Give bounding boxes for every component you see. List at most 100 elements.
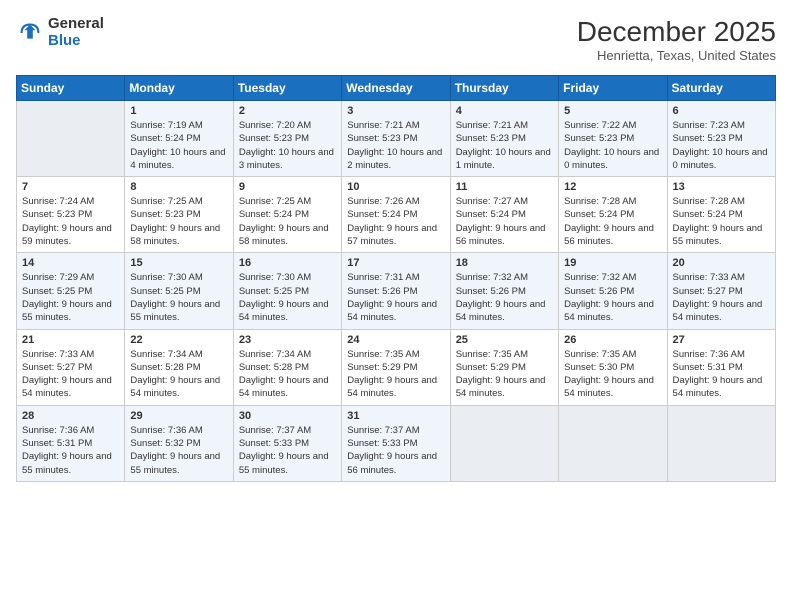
calendar-cell [559, 405, 667, 481]
day-number: 25 [456, 334, 553, 346]
day-info: Sunrise: 7:29 AMSunset: 5:25 PMDaylight:… [22, 271, 119, 324]
day-number: 12 [564, 181, 661, 193]
day-number: 31 [347, 410, 444, 422]
calendar-cell: 22Sunrise: 7:34 AMSunset: 5:28 PMDayligh… [125, 329, 233, 405]
day-info: Sunrise: 7:35 AMSunset: 5:29 PMDaylight:… [347, 348, 444, 401]
calendar-cell: 23Sunrise: 7:34 AMSunset: 5:28 PMDayligh… [233, 329, 341, 405]
calendar-cell: 29 Sunrise: 7:36 AMSunset: 5:32 PMDayligh… [125, 405, 233, 481]
day-info: Sunrise: 7:22 AMSunset: 5:23 PMDaylight:… [564, 119, 661, 172]
day-info: Sunrise: 7:36 AMSunset: 5:32 PMDaylight:… [130, 424, 227, 477]
day-number: 13 [673, 181, 770, 193]
calendar-week-3: 14 Sunrise: 7:29 AMSunset: 5:25 PMDayligh… [17, 253, 776, 329]
calendar-week-2: 7 Sunrise: 7:24 AMSunset: 5:23 PMDaylight… [17, 177, 776, 253]
day-info: Sunrise: 7:34 AMSunset: 5:28 PMDaylight:… [239, 348, 336, 401]
logo-general-text: General [48, 16, 104, 33]
day-number: 15 [130, 257, 227, 269]
title-block: December 2025 Henrietta, Texas, United S… [577, 16, 776, 63]
day-info: Sunrise: 7:35 AMSunset: 5:29 PMDaylight:… [456, 348, 553, 401]
day-info: Sunrise: 7:36 AMSunset: 5:31 PMDaylight:… [673, 348, 770, 401]
calendar-cell [450, 405, 558, 481]
calendar-cell [17, 101, 125, 177]
day-number: 26 [564, 334, 661, 346]
calendar-cell: 1 Sunrise: 7:19 AMSunset: 5:24 PMDaylight… [125, 101, 233, 177]
day-info: Sunrise: 7:33 AMSunset: 5:27 PMDaylight:… [22, 348, 119, 401]
day-info: Sunrise: 7:19 AMSunset: 5:24 PMDaylight:… [130, 119, 227, 172]
day-number: 3 [347, 105, 444, 117]
day-number: 8 [130, 181, 227, 193]
calendar-week-5: 28 Sunrise: 7:36 AMSunset: 5:31 PMDayligh… [17, 405, 776, 481]
calendar-table: SundayMondayTuesdayWednesdayThursdayFrid… [16, 75, 776, 482]
weekday-header-thursday: Thursday [450, 76, 558, 101]
calendar-cell: 20Sunrise: 7:33 AMSunset: 5:27 PMDayligh… [667, 253, 775, 329]
day-number: 14 [22, 257, 119, 269]
day-number: 29 [130, 410, 227, 422]
calendar-cell: 8 Sunrise: 7:25 AMSunset: 5:23 PMDaylight… [125, 177, 233, 253]
calendar-week-4: 21Sunrise: 7:33 AMSunset: 5:27 PMDayligh… [17, 329, 776, 405]
calendar-cell: 26 Sunrise: 7:35 AMSunset: 5:30 PMDayligh… [559, 329, 667, 405]
page-header: General Blue December 2025 Henrietta, Te… [16, 16, 776, 63]
day-number: 28 [22, 410, 119, 422]
weekday-header-tuesday: Tuesday [233, 76, 341, 101]
day-info: Sunrise: 7:30 AMSunset: 5:25 PMDaylight:… [239, 271, 336, 324]
day-number: 10 [347, 181, 444, 193]
day-info: Sunrise: 7:37 AMSunset: 5:33 PMDaylight:… [347, 424, 444, 477]
day-info: Sunrise: 7:33 AMSunset: 5:27 PMDaylight:… [673, 271, 770, 324]
calendar-cell: 2 Sunrise: 7:20 AMSunset: 5:23 PMDaylight… [233, 101, 341, 177]
day-info: Sunrise: 7:36 AMSunset: 5:31 PMDaylight:… [22, 424, 119, 477]
calendar-cell: 16 Sunrise: 7:30 AMSunset: 5:25 PMDayligh… [233, 253, 341, 329]
day-info: Sunrise: 7:37 AMSunset: 5:33 PMDaylight:… [239, 424, 336, 477]
logo-icon [16, 19, 44, 47]
day-info: Sunrise: 7:27 AMSunset: 5:24 PMDaylight:… [456, 195, 553, 248]
day-number: 24 [347, 334, 444, 346]
location-text: Henrietta, Texas, United States [577, 48, 776, 63]
logo-text: General Blue [48, 16, 104, 49]
calendar-cell: 10Sunrise: 7:26 AMSunset: 5:24 PMDayligh… [342, 177, 450, 253]
weekday-header-saturday: Saturday [667, 76, 775, 101]
day-info: Sunrise: 7:23 AMSunset: 5:23 PMDaylight:… [673, 119, 770, 172]
day-info: Sunrise: 7:28 AMSunset: 5:24 PMDaylight:… [564, 195, 661, 248]
weekday-header-monday: Monday [125, 76, 233, 101]
day-number: 6 [673, 105, 770, 117]
day-info: Sunrise: 7:25 AMSunset: 5:23 PMDaylight:… [130, 195, 227, 248]
calendar-cell: 11 Sunrise: 7:27 AMSunset: 5:24 PMDayligh… [450, 177, 558, 253]
day-number: 11 [456, 181, 553, 193]
calendar-cell: 6 Sunrise: 7:23 AMSunset: 5:23 PMDaylight… [667, 101, 775, 177]
calendar-cell: 12 Sunrise: 7:28 AMSunset: 5:24 PMDayligh… [559, 177, 667, 253]
day-info: Sunrise: 7:21 AMSunset: 5:23 PMDaylight:… [456, 119, 553, 172]
month-title: December 2025 [577, 16, 776, 48]
calendar-cell: 28 Sunrise: 7:36 AMSunset: 5:31 PMDayligh… [17, 405, 125, 481]
logo: General Blue [16, 16, 104, 49]
calendar-cell: 4Sunrise: 7:21 AMSunset: 5:23 PMDaylight… [450, 101, 558, 177]
calendar-cell: 3 Sunrise: 7:21 AMSunset: 5:23 PMDaylight… [342, 101, 450, 177]
day-info: Sunrise: 7:31 AMSunset: 5:26 PMDaylight:… [347, 271, 444, 324]
calendar-cell: 5Sunrise: 7:22 AMSunset: 5:23 PMDaylight… [559, 101, 667, 177]
day-info: Sunrise: 7:20 AMSunset: 5:23 PMDaylight:… [239, 119, 336, 172]
day-info: Sunrise: 7:24 AMSunset: 5:23 PMDaylight:… [22, 195, 119, 248]
day-number: 1 [130, 105, 227, 117]
day-number: 16 [239, 257, 336, 269]
day-info: Sunrise: 7:28 AMSunset: 5:24 PMDaylight:… [673, 195, 770, 248]
day-info: Sunrise: 7:35 AMSunset: 5:30 PMDaylight:… [564, 348, 661, 401]
calendar-cell: 18 Sunrise: 7:32 AMSunset: 5:26 PMDayligh… [450, 253, 558, 329]
day-number: 19 [564, 257, 661, 269]
day-number: 2 [239, 105, 336, 117]
day-info: Sunrise: 7:21 AMSunset: 5:23 PMDaylight:… [347, 119, 444, 172]
day-number: 18 [456, 257, 553, 269]
calendar-cell: 27 Sunrise: 7:36 AMSunset: 5:31 PMDayligh… [667, 329, 775, 405]
day-number: 9 [239, 181, 336, 193]
day-number: 7 [22, 181, 119, 193]
day-info: Sunrise: 7:32 AMSunset: 5:26 PMDaylight:… [456, 271, 553, 324]
day-number: 17 [347, 257, 444, 269]
day-number: 27 [673, 334, 770, 346]
day-info: Sunrise: 7:30 AMSunset: 5:25 PMDaylight:… [130, 271, 227, 324]
weekday-header-sunday: Sunday [17, 76, 125, 101]
calendar-cell: 14 Sunrise: 7:29 AMSunset: 5:25 PMDayligh… [17, 253, 125, 329]
calendar-cell: 24 Sunrise: 7:35 AMSunset: 5:29 PMDayligh… [342, 329, 450, 405]
day-number: 22 [130, 334, 227, 346]
calendar-cell: 17 Sunrise: 7:31 AMSunset: 5:26 PMDayligh… [342, 253, 450, 329]
logo-blue-text: Blue [48, 33, 104, 50]
weekday-header-friday: Friday [559, 76, 667, 101]
calendar-cell: 13 Sunrise: 7:28 AMSunset: 5:24 PMDayligh… [667, 177, 775, 253]
calendar-cell: 9Sunrise: 7:25 AMSunset: 5:24 PMDaylight… [233, 177, 341, 253]
calendar-cell: 7 Sunrise: 7:24 AMSunset: 5:23 PMDaylight… [17, 177, 125, 253]
